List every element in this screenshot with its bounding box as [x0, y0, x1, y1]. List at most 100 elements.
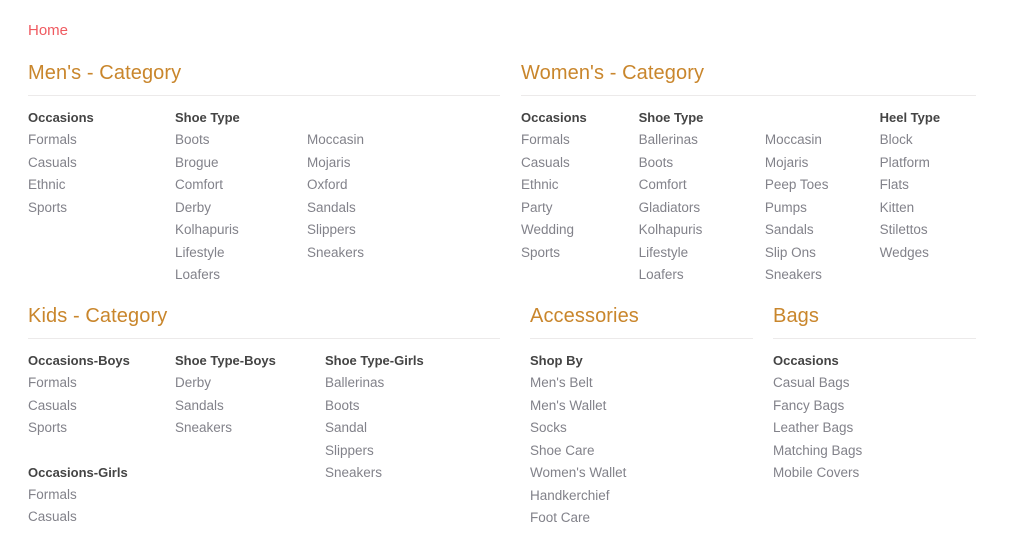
column-womens-heel-type: Heel Type Block Platform Flats Kitten St…: [880, 107, 976, 264]
list-item[interactable]: Mojaris: [765, 152, 880, 175]
list-item[interactable]: Kolhapuris: [175, 219, 307, 242]
list-item[interactable]: Sandals: [765, 219, 880, 242]
list-item[interactable]: Fancy Bags: [773, 395, 976, 418]
column-womens-shoe-type: Shoe Type Ballerinas Boots Comfort Gladi…: [639, 107, 765, 287]
list-item[interactable]: Mojaris: [307, 152, 427, 175]
column-heading: Occasions-Boys: [28, 353, 130, 368]
list-item[interactable]: Men's Wallet: [530, 395, 753, 418]
list-item[interactable]: Ballerinas: [639, 129, 765, 152]
list-item[interactable]: Formals: [28, 129, 175, 152]
list-item[interactable]: Moccasin: [765, 129, 880, 152]
list-item[interactable]: Boots: [639, 152, 765, 175]
list-item[interactable]: Gladiators: [639, 197, 765, 220]
list-item[interactable]: Comfort: [175, 174, 307, 197]
panel-divider-bags: [773, 338, 976, 339]
list-item[interactable]: Ballerinas: [325, 372, 485, 395]
panel-divider-kids: [28, 338, 500, 339]
list-item[interactable]: Formals: [28, 372, 175, 395]
column-heading: Shoe Type: [175, 110, 240, 125]
list-item[interactable]: Block: [880, 129, 976, 152]
list-item[interactable]: Boots: [175, 129, 307, 152]
list-item[interactable]: Handkerchief: [530, 485, 753, 508]
list-item[interactable]: Casuals: [28, 152, 175, 175]
list-item[interactable]: Sandal: [325, 417, 485, 440]
list-item[interactable]: Boots: [325, 395, 485, 418]
column-womens-occasions: Occasions Formals Casuals Ethnic Party W…: [521, 107, 639, 264]
breadcrumb-item-home[interactable]: Home: [28, 22, 68, 39]
list-item[interactable]: Wedges: [880, 242, 976, 265]
panel-title-kids: Kids - Category: [28, 305, 168, 327]
column-heading: Occasions-Girls: [28, 464, 128, 480]
panel-title-mens: Men's - Category: [28, 62, 182, 84]
list-item[interactable]: Peep Toes: [765, 174, 880, 197]
panel-mens-category: Men's - Category Occasions Formals Casua…: [28, 60, 500, 287]
list-item[interactable]: Party: [521, 197, 639, 220]
list-item[interactable]: Slip Ons: [765, 242, 880, 265]
list-item[interactable]: Comfort: [639, 174, 765, 197]
column-heading: Heel Type: [879, 110, 941, 125]
list-item[interactable]: Women's Wallet: [530, 462, 753, 485]
column-womens-shoe-type-continued: Moccasin Mojaris Peep Toes Pumps Sandals…: [765, 107, 880, 287]
list-item[interactable]: Sports: [521, 242, 639, 265]
list-item[interactable]: Brogue: [175, 152, 307, 175]
list-item[interactable]: Matching Bags: [773, 440, 976, 463]
list-item[interactable]: Stilettos: [880, 219, 976, 242]
list-item[interactable]: Loafers: [639, 264, 765, 287]
column-heading: Shoe Type: [638, 110, 704, 125]
list-item[interactable]: Formals: [521, 129, 639, 152]
column-heading: Occasions: [28, 110, 94, 125]
list-item[interactable]: Pumps: [765, 197, 880, 220]
list-item[interactable]: Lifestyle: [639, 242, 765, 265]
list-item[interactable]: Formals: [28, 484, 175, 507]
list-item[interactable]: Mobile Covers: [773, 462, 976, 485]
column-accessories-shop-by: Shop By Men's Belt Men's Wallet Socks Sh…: [530, 350, 753, 530]
list-item[interactable]: Derby: [175, 372, 325, 395]
list-item[interactable]: Sneakers: [175, 417, 325, 440]
panel-bags: Bags Occasions Casual Bags Fancy Bags Le…: [773, 303, 976, 485]
panel-divider-accessories: [530, 338, 753, 339]
list-item[interactable]: Moccasin: [307, 129, 427, 152]
list-item[interactable]: Wedding: [521, 219, 639, 242]
list-item[interactable]: Ethnic: [28, 174, 175, 197]
list-item[interactable]: Casuals: [28, 395, 175, 418]
columns-mens: Occasions Formals Casuals Ethnic Sports …: [28, 107, 500, 287]
list-item[interactable]: Sneakers: [307, 242, 427, 265]
panel-divider-womens: [521, 95, 976, 96]
column-heading: Shoe Type-Girls: [325, 353, 424, 368]
column-mens-occasions: Occasions Formals Casuals Ethnic Sports: [28, 107, 175, 219]
list-item[interactable]: Kitten: [880, 197, 976, 220]
list-item[interactable]: Shoe Care: [530, 440, 753, 463]
column-kids-occasions: Occasions-Boys Formals Casuals Sports Oc…: [28, 350, 175, 529]
list-item[interactable]: Sandals: [307, 197, 427, 220]
column-kids-shoe-type-girls: Shoe Type-Girls Ballerinas Boots Sandal …: [325, 350, 485, 485]
list-item[interactable]: Loafers: [175, 264, 307, 287]
list-item[interactable]: Lifestyle: [175, 242, 307, 265]
column-mens-shoe-type: Shoe Type Boots Brogue Comfort Derby Kol…: [175, 107, 307, 287]
list-item[interactable]: Sports: [28, 417, 175, 440]
list-item[interactable]: Casuals: [28, 506, 175, 529]
list-item[interactable]: Sandals: [175, 395, 325, 418]
list-item[interactable]: Oxford: [307, 174, 427, 197]
list-item[interactable]: Platform: [880, 152, 976, 175]
list-item[interactable]: Kolhapuris: [639, 219, 765, 242]
list-item[interactable]: Casual Bags: [773, 372, 976, 395]
columns-kids: Occasions-Boys Formals Casuals Sports Oc…: [28, 350, 500, 529]
list-item[interactable]: Slippers: [307, 219, 427, 242]
list-item[interactable]: Leather Bags: [773, 417, 976, 440]
list-item[interactable]: Socks: [530, 417, 753, 440]
columns-bags: Occasions Casual Bags Fancy Bags Leather…: [773, 350, 976, 485]
list-item[interactable]: Flats: [880, 174, 976, 197]
list-item[interactable]: Casuals: [521, 152, 639, 175]
list-item[interactable]: Ethnic: [521, 174, 639, 197]
list-item[interactable]: Sports: [28, 197, 175, 220]
list-item[interactable]: Foot Care: [530, 507, 753, 530]
list-item[interactable]: Sneakers: [325, 462, 485, 485]
list-item[interactable]: Derby: [175, 197, 307, 220]
column-heading: Shop By: [530, 353, 583, 368]
list-item[interactable]: Sneakers: [765, 264, 880, 287]
list-item[interactable]: Men's Belt: [530, 372, 753, 395]
panel-title-womens: Women's - Category: [521, 62, 705, 84]
column-heading: Occasions: [773, 353, 839, 368]
columns-womens: Occasions Formals Casuals Ethnic Party W…: [521, 107, 976, 287]
list-item[interactable]: Slippers: [325, 440, 485, 463]
